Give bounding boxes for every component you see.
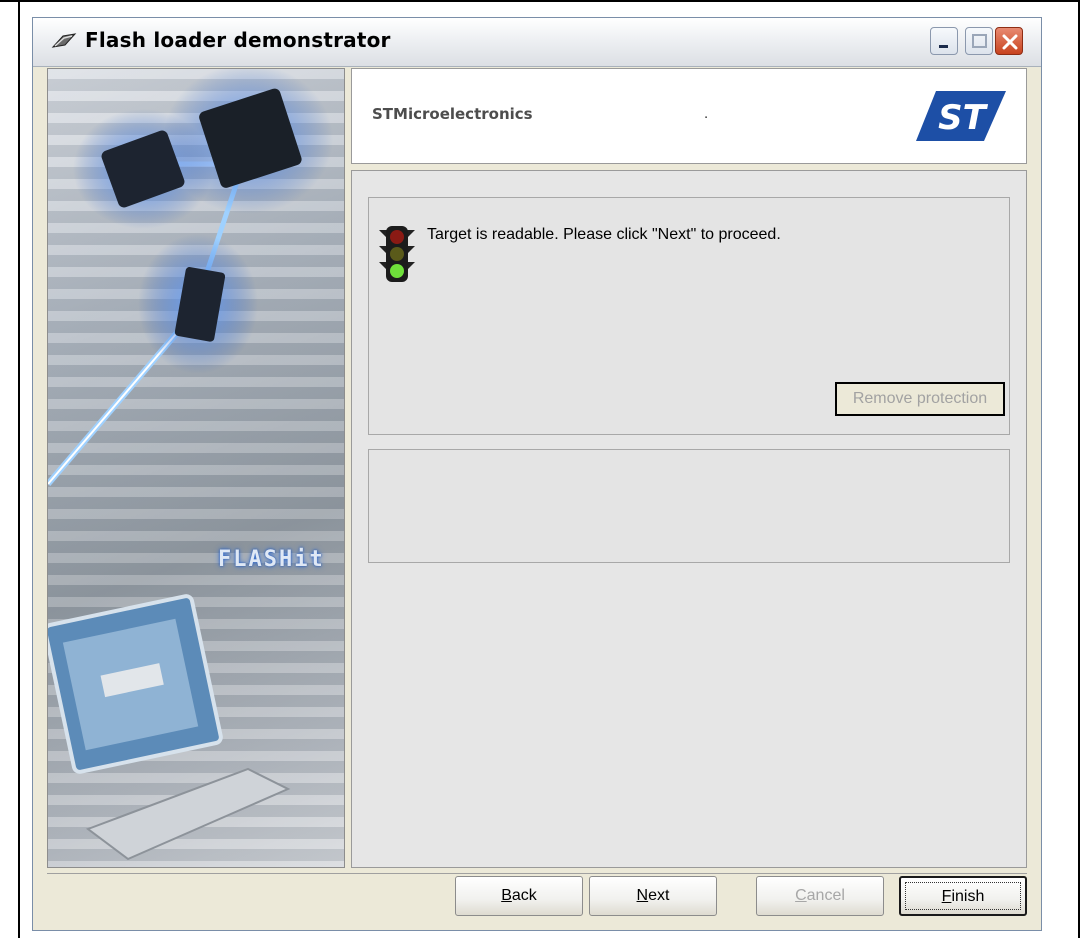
info-group <box>368 449 1010 563</box>
header-dot: . <box>704 105 709 122</box>
app-icon <box>51 33 77 48</box>
st-logo-letters: ST <box>938 98 988 138</box>
next-button[interactable]: Next <box>589 876 717 916</box>
finish-button-label: Finish <box>941 888 985 905</box>
side-banner-image: FLASHit <box>47 68 345 868</box>
status-message: Target is readable. Please click "Next" … <box>427 226 781 243</box>
header-banner: STMicroelectronics . ST <box>351 68 1027 164</box>
title-bar[interactable]: Flash loader demonstrator <box>33 18 1041 67</box>
minimize-button[interactable] <box>930 27 958 55</box>
minimize-icon <box>939 45 948 48</box>
status-group: Target is readable. Please click "Next" … <box>368 197 1010 435</box>
maximize-icon <box>972 34 987 48</box>
app-window: Flash loader demonstrator FLASHit STMicr… <box>32 17 1042 931</box>
window-title: Flash loader demonstrator <box>85 28 391 52</box>
close-button[interactable] <box>995 27 1023 55</box>
cancel-button[interactable]: Cancel <box>756 876 884 916</box>
close-icon <box>1002 34 1018 50</box>
finish-button[interactable]: Finish <box>899 876 1027 916</box>
back-button[interactable]: Back <box>455 876 583 916</box>
circuit-chips-graphic <box>48 69 333 861</box>
maximize-button[interactable] <box>965 27 993 55</box>
st-logo-icon: ST <box>916 83 1010 149</box>
cancel-button-label: Cancel <box>795 887 845 904</box>
remove-protection-button[interactable]: Remove protection <box>835 382 1005 416</box>
main-content: Target is readable. Please click "Next" … <box>351 170 1027 868</box>
flashit-banner-text: FLASHit <box>218 547 325 572</box>
traffic-light-icon <box>379 226 415 282</box>
back-button-label: Back <box>501 887 537 904</box>
document-frame-top <box>0 0 1080 2</box>
next-button-label: Next <box>636 887 670 904</box>
brand-name: STMicroelectronics <box>372 105 533 123</box>
document-frame-left <box>18 0 20 938</box>
